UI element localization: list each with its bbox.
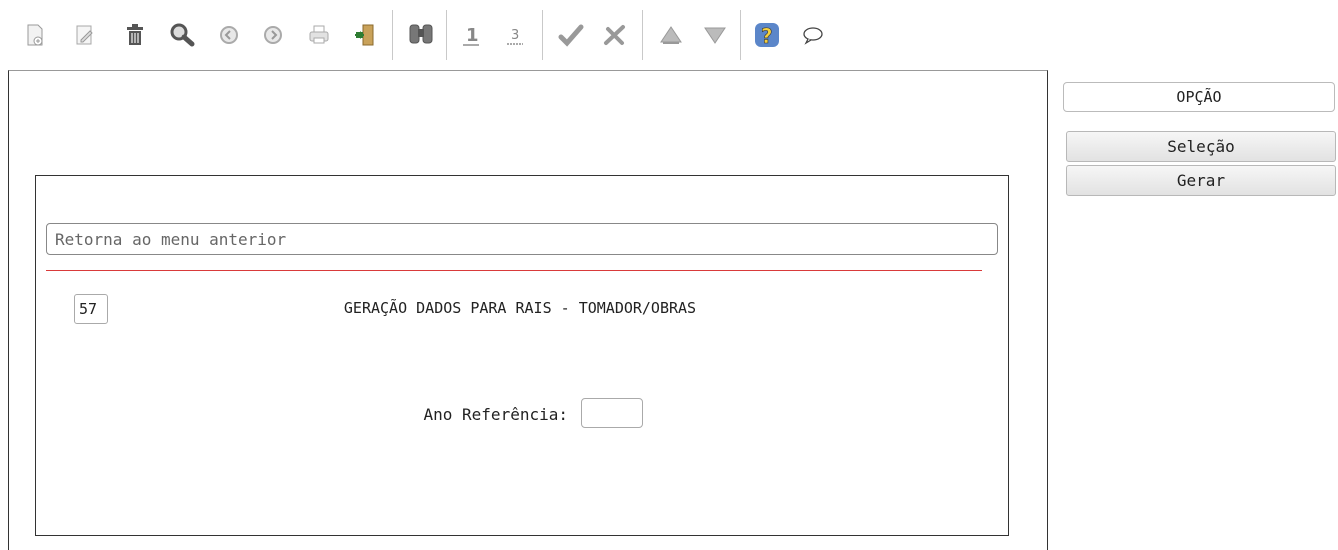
gerar-button[interactable]: Gerar — [1066, 165, 1336, 196]
back-to-menu-field[interactable]: Retorna ao menu anterior — [46, 223, 998, 255]
page-title: GERAÇÃO DADOS PARA RAIS - TOMADOR/OBRAS — [343, 299, 697, 317]
toolbar-separator — [446, 10, 447, 60]
selecao-button[interactable]: Seleção — [1066, 131, 1336, 162]
ano-referencia-label: Ano Referência: — [423, 405, 569, 424]
up-icon[interactable] — [656, 18, 686, 52]
svg-text:3: 3 — [511, 28, 519, 43]
help-icon[interactable]: ? — [752, 18, 782, 52]
first-record-icon[interactable]: 1 — [456, 18, 486, 52]
search-icon[interactable] — [168, 18, 198, 52]
toolbar-separator — [740, 10, 741, 60]
new-document-icon[interactable] — [20, 18, 50, 52]
ano-referencia-input[interactable] — [581, 398, 643, 428]
cancel-icon[interactable] — [600, 18, 630, 52]
confirm-icon[interactable] — [556, 18, 586, 52]
toolbar-separator — [642, 10, 643, 60]
next-icon[interactable] — [258, 18, 288, 52]
divider — [46, 270, 982, 271]
print-icon[interactable] — [304, 18, 334, 52]
previous-icon[interactable] — [214, 18, 244, 52]
comment-icon[interactable] — [798, 18, 828, 52]
last-record-icon[interactable]: 3 — [500, 18, 530, 52]
svg-text:?: ? — [761, 24, 773, 48]
toolbar: 1 3 ? — [0, 0, 1040, 64]
svg-text:1: 1 — [466, 25, 479, 46]
find-icon[interactable] — [406, 18, 436, 52]
option-header: OPÇÃO — [1063, 82, 1335, 112]
edit-icon[interactable] — [70, 18, 100, 52]
trash-icon[interactable] — [120, 18, 150, 52]
toolbar-separator — [392, 10, 393, 60]
down-icon[interactable] — [700, 18, 730, 52]
program-code: 57 — [74, 294, 108, 324]
exit-icon[interactable] — [350, 18, 380, 52]
toolbar-separator — [542, 10, 543, 60]
